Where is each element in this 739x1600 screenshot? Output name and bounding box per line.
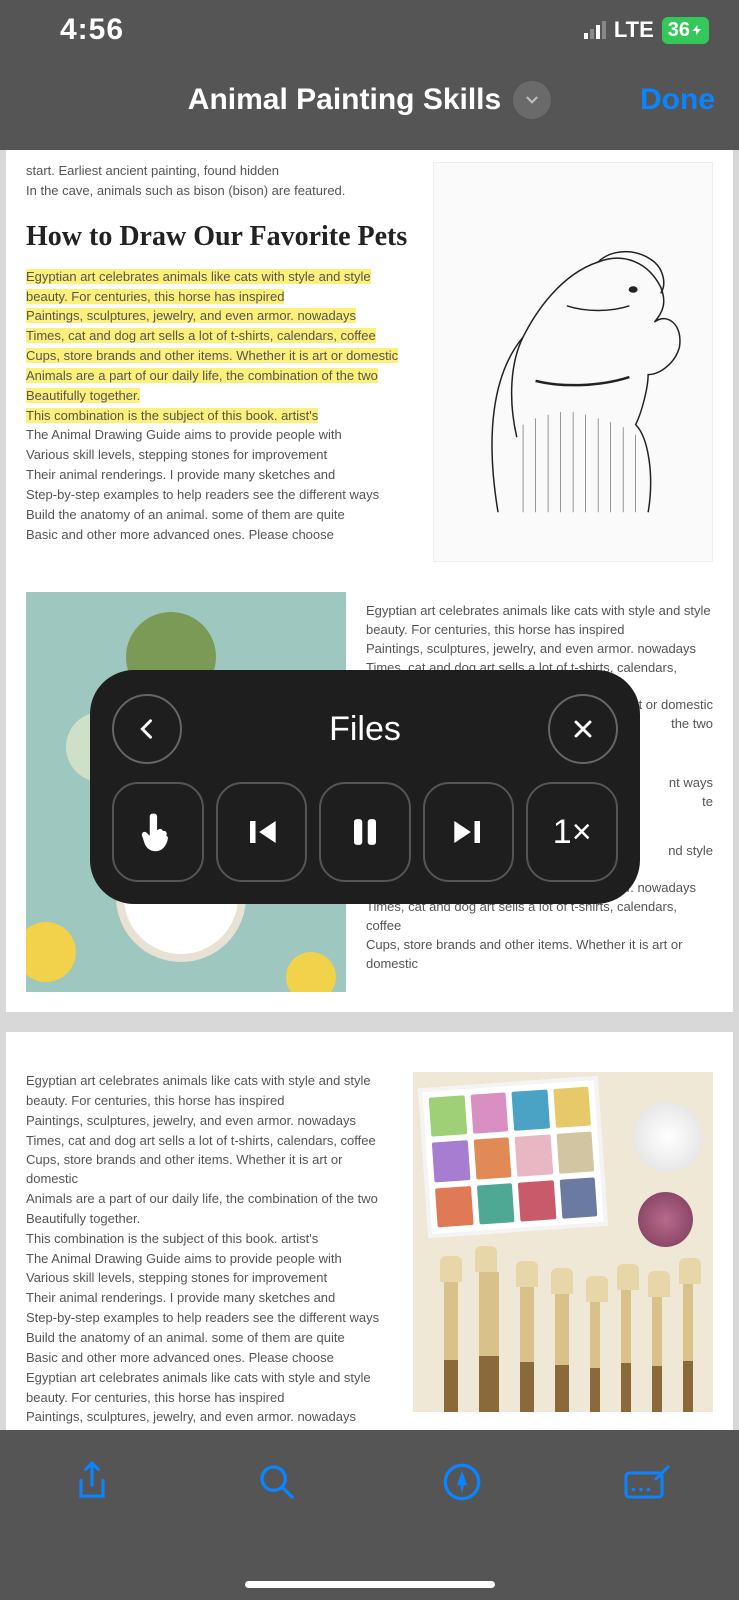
palette-swatch [432, 1140, 470, 1182]
status-bar: 4:56 LTE 36 [0, 0, 739, 60]
body-text: Various skill levels, stepping stones fo… [26, 1269, 393, 1288]
markup-button[interactable] [438, 1458, 486, 1506]
speed-label: 1× [553, 813, 592, 852]
paint-supplies-image [413, 1072, 713, 1412]
body-text: Cups, store brands and other items. Whet… [26, 1151, 393, 1189]
battery-badge: 36 [662, 17, 709, 44]
document-title: Animal Painting Skills [188, 83, 501, 117]
text-column-3: Egyptian art celebrates animals like cat… [26, 1072, 393, 1430]
dog-sketch-image [433, 162, 713, 562]
watercolor-palette [418, 1076, 608, 1238]
highlighted-text[interactable]: Animals are a part of our daily life, th… [26, 368, 378, 383]
status-time: 4:56 [60, 13, 124, 47]
pen-circle-icon [442, 1462, 482, 1502]
edit-button[interactable] [623, 1458, 671, 1506]
close-button[interactable] [548, 694, 618, 764]
previous-button[interactable] [216, 782, 308, 882]
palette-swatch [559, 1177, 597, 1219]
highlighted-text[interactable]: beauty. For centuries, this horse has in… [26, 289, 284, 304]
back-button[interactable] [112, 694, 182, 764]
chevron-left-icon [133, 715, 161, 743]
signal-icon [584, 21, 606, 39]
body-text: Build the anatomy of an animal. some of … [26, 506, 413, 525]
share-button[interactable] [68, 1458, 116, 1506]
palette-swatch [435, 1186, 473, 1228]
body-text: Paintings, sculptures, jewelry, and even… [26, 1112, 393, 1131]
body-text: beauty. For centuries, this horse has in… [26, 1092, 393, 1111]
skip-previous-icon [239, 810, 283, 854]
body-text: Beautifully together. [26, 1210, 393, 1229]
body-text: This combination is the subject of this … [26, 1230, 393, 1249]
body-text: The Animal Drawing Guide aims to provide… [26, 1250, 393, 1269]
skip-next-icon [447, 810, 491, 854]
body-text: beauty. For centuries, this horse has in… [26, 1389, 393, 1408]
highlighted-text[interactable]: Paintings, sculptures, jewelry, and even… [26, 308, 356, 323]
body-text: Various skill levels, stepping stones fo… [26, 446, 413, 465]
home-indicator[interactable] [245, 1581, 495, 1588]
brushes [433, 1252, 703, 1412]
body-text: beauty. For centuries, this horse has in… [366, 621, 713, 640]
hand-pointer-icon [136, 810, 180, 854]
body-text: Basic and other more advanced ones. Plea… [26, 526, 413, 545]
highlighted-text[interactable]: Beautifully together. [26, 388, 140, 403]
pause-icon [343, 810, 387, 854]
panel-title: Files [329, 710, 401, 749]
search-icon [257, 1462, 297, 1502]
pause-button[interactable] [319, 782, 411, 882]
next-button[interactable] [423, 782, 515, 882]
edit-box-icon [623, 1464, 671, 1500]
palette-swatch [476, 1183, 514, 1225]
body-text: Paintings, sculptures, jewelry, and even… [366, 640, 713, 659]
section-heading: How to Draw Our Favorite Pets [26, 219, 413, 254]
share-icon [73, 1460, 111, 1504]
network-label: LTE [614, 17, 654, 43]
body-text: Step-by-step examples to help readers se… [26, 1309, 393, 1328]
palette-swatch [470, 1092, 508, 1134]
speed-button[interactable]: 1× [526, 782, 618, 882]
body-text: In the cave, animals such as bison (biso… [26, 182, 413, 201]
body-text: Paintings, sculptures, jewelry, and even… [26, 1408, 393, 1427]
body-text: Egyptian art celebrates animals like cat… [26, 1369, 393, 1388]
search-button[interactable] [253, 1458, 301, 1506]
highlighted-text[interactable]: Egyptian art celebrates animals like cat… [26, 269, 371, 284]
body-text: Step-by-step examples to help readers se… [26, 486, 413, 505]
pointer-button[interactable] [112, 782, 204, 882]
close-icon [569, 715, 597, 743]
speak-controls-panel[interactable]: Files 1× [90, 670, 640, 904]
palette-swatch [511, 1089, 549, 1131]
title-dropdown[interactable] [513, 81, 551, 119]
highlighted-text[interactable]: This combination is the subject of this … [26, 408, 318, 423]
body-text: Egyptian art celebrates animals like cat… [26, 1072, 393, 1091]
body-text: Basic and other more advanced ones. Plea… [26, 1349, 393, 1368]
body-text: The Animal Drawing Guide aims to provide… [26, 426, 413, 445]
body-text: start. Earliest ancient painting, found … [26, 162, 413, 181]
page-2: Egyptian art celebrates animals like cat… [6, 1032, 733, 1430]
status-right: LTE 36 [584, 17, 709, 44]
body-text: Times, cat and dog art sells a lot of t-… [26, 1132, 393, 1151]
body-text: Egyptian art celebrates animals like cat… [366, 602, 713, 621]
bottom-toolbar [0, 1430, 739, 1600]
battery-level: 36 [668, 19, 690, 42]
body-text: Their animal renderings. I provide many … [26, 466, 413, 485]
chevron-down-icon [523, 91, 541, 109]
palette-swatch [556, 1132, 594, 1174]
palette-swatch [429, 1095, 467, 1137]
body-text: Build the anatomy of an animal. some of … [26, 1329, 393, 1348]
done-button[interactable]: Done [640, 83, 715, 117]
body-text: Animals are a part of our daily life, th… [26, 1190, 393, 1209]
palette-swatch [515, 1135, 553, 1177]
palette-swatch [553, 1087, 591, 1129]
text-column-1: start. Earliest ancient painting, found … [26, 162, 413, 562]
body-text: Their animal renderings. I provide many … [26, 1289, 393, 1308]
nav-bar: Animal Painting Skills Done [0, 60, 739, 140]
dog-illustration [448, 183, 698, 541]
highlighted-text[interactable]: Times, cat and dog art sells a lot of t-… [26, 328, 376, 343]
highlighted-text[interactable]: Cups, store brands and other items. Whet… [26, 348, 398, 363]
palette-swatch [473, 1138, 511, 1180]
palette-swatch [518, 1180, 556, 1222]
body-text: Cups, store brands and other items. Whet… [366, 936, 713, 974]
